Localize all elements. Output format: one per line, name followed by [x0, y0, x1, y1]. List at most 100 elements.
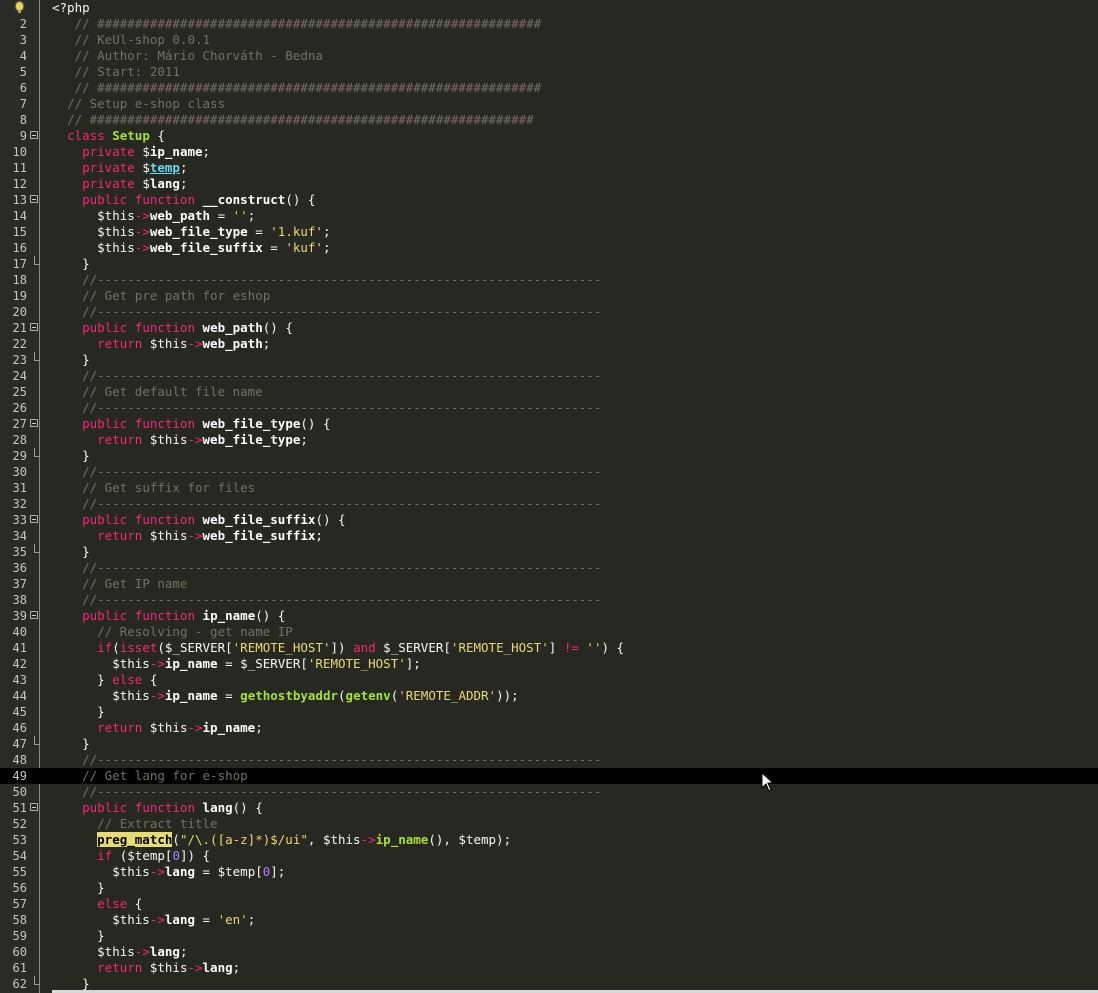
line-code[interactable]: public function web_file_suffix() {: [52, 512, 345, 528]
code-line[interactable]: 56 }: [0, 880, 1098, 896]
code-line[interactable]: 17 }: [0, 256, 1098, 272]
code-line[interactable]: 15 $this->web_file_type = '1.kuf';: [0, 224, 1098, 240]
code-line[interactable]: 16 $this->web_file_suffix = 'kuf';: [0, 240, 1098, 256]
line-code[interactable]: // KeUl-shop 0.0.1: [52, 32, 210, 48]
line-code[interactable]: public function ip_name() {: [52, 608, 285, 624]
code-line[interactable]: 28 return $this->web_file_type;: [0, 432, 1098, 448]
code-line[interactable]: 23 }: [0, 352, 1098, 368]
code-line[interactable]: 46 return $this->ip_name;: [0, 720, 1098, 736]
code-line[interactable]: 61 return $this->lang;: [0, 960, 1098, 976]
line-code[interactable]: //--------------------------------------…: [52, 304, 601, 320]
line-code[interactable]: // Get suffix for files: [52, 480, 255, 496]
code-line[interactable]: 24 //-----------------------------------…: [0, 368, 1098, 384]
code-line[interactable]: 35 }: [0, 544, 1098, 560]
line-code[interactable]: if(isset($_SERVER['REMOTE_HOST']) and $_…: [52, 640, 624, 656]
code-line[interactable]: <?php: [0, 0, 1098, 16]
line-code[interactable]: // Get lang for e-shop: [52, 768, 248, 784]
code-line[interactable]: 50 //-----------------------------------…: [0, 784, 1098, 800]
code-line[interactable]: 30 //-----------------------------------…: [0, 464, 1098, 480]
line-code[interactable]: }: [52, 544, 90, 560]
line-code[interactable]: <?php: [52, 0, 90, 16]
code-line[interactable]: 33 public function web_file_suffix() {: [0, 512, 1098, 528]
code-line[interactable]: 3 // KeUl-shop 0.0.1: [0, 32, 1098, 48]
code-line[interactable]: 54 if ($temp[0]) {: [0, 848, 1098, 864]
line-code[interactable]: // Author: Mário Chorváth - Bedna: [52, 48, 323, 64]
line-code[interactable]: class Setup {: [52, 128, 165, 144]
line-code[interactable]: // Start: 2011: [52, 64, 180, 80]
code-line[interactable]: 6 // ###################################…: [0, 80, 1098, 96]
code-line[interactable]: 11 private $temp;: [0, 160, 1098, 176]
code-line[interactable]: 49 // Get lang for e-shop: [0, 768, 1098, 784]
code-line[interactable]: 4 // Author: Mário Chorváth - Bedna: [0, 48, 1098, 64]
fold-toggle-icon[interactable]: [30, 419, 38, 427]
line-code[interactable]: preg_match("/\.([a-z]*)$/ui", $this->ip_…: [52, 832, 511, 848]
fold-toggle-icon[interactable]: [30, 803, 38, 811]
line-code[interactable]: //--------------------------------------…: [52, 272, 601, 288]
line-code[interactable]: private $lang;: [52, 176, 187, 192]
line-code[interactable]: // Resolving - get name IP: [52, 624, 293, 640]
line-code[interactable]: return $this->web_path;: [52, 336, 270, 352]
line-code[interactable]: //--------------------------------------…: [52, 752, 601, 768]
code-line[interactable]: 57 else {: [0, 896, 1098, 912]
line-code[interactable]: $this->lang = 'en';: [52, 912, 255, 928]
fold-toggle-icon[interactable]: [30, 131, 38, 139]
code-line[interactable]: 38 //-----------------------------------…: [0, 592, 1098, 608]
code-line[interactable]: 58 $this->lang = 'en';: [0, 912, 1098, 928]
line-code[interactable]: private $ip_name;: [52, 144, 210, 160]
line-code[interactable]: // Get default file name: [52, 384, 263, 400]
line-code[interactable]: // Setup e-shop class: [52, 96, 225, 112]
line-code[interactable]: }: [52, 256, 90, 272]
code-line[interactable]: 36 //-----------------------------------…: [0, 560, 1098, 576]
code-line[interactable]: 9 class Setup {: [0, 128, 1098, 144]
line-code[interactable]: }: [52, 704, 105, 720]
code-line[interactable]: 12 private $lang;: [0, 176, 1098, 192]
code-line[interactable]: 44 $this->ip_name = gethostbyaddr(getenv…: [0, 688, 1098, 704]
code-line[interactable]: 39 public function ip_name() {: [0, 608, 1098, 624]
code-line[interactable]: 13 public function __construct() {: [0, 192, 1098, 208]
line-code[interactable]: $this->lang;: [52, 944, 187, 960]
line-code[interactable]: //--------------------------------------…: [52, 592, 601, 608]
code-line[interactable]: 27 public function web_file_type() {: [0, 416, 1098, 432]
line-code[interactable]: $this->lang = $temp[0];: [52, 864, 285, 880]
line-code[interactable]: // Extract title: [52, 816, 217, 832]
line-code[interactable]: return $this->lang;: [52, 960, 240, 976]
line-code[interactable]: }: [52, 448, 90, 464]
code-line[interactable]: 10 private $ip_name;: [0, 144, 1098, 160]
line-code[interactable]: }: [52, 736, 90, 752]
code-line[interactable]: 7 // Setup e-shop class: [0, 96, 1098, 112]
line-code[interactable]: else {: [52, 896, 142, 912]
fold-toggle-icon[interactable]: [30, 611, 38, 619]
line-code[interactable]: //--------------------------------------…: [52, 560, 601, 576]
line-code[interactable]: $this->ip_name = $_SERVER['REMOTE_HOST']…: [52, 656, 421, 672]
line-code[interactable]: public function lang() {: [52, 800, 263, 816]
line-code[interactable]: }: [52, 880, 105, 896]
code-line[interactable]: 52 // Extract title: [0, 816, 1098, 832]
line-code[interactable]: $this->web_file_suffix = 'kuf';: [52, 240, 330, 256]
line-code[interactable]: }: [52, 352, 90, 368]
line-code[interactable]: if ($temp[0]) {: [52, 848, 210, 864]
line-code[interactable]: } else {: [52, 672, 157, 688]
code-line[interactable]: 47 }: [0, 736, 1098, 752]
code-line[interactable]: 34 return $this->web_file_suffix;: [0, 528, 1098, 544]
line-code[interactable]: return $this->web_file_type;: [52, 432, 308, 448]
line-code[interactable]: // Get IP name: [52, 576, 187, 592]
line-code[interactable]: }: [52, 928, 105, 944]
code-line[interactable]: 26 //-----------------------------------…: [0, 400, 1098, 416]
line-code[interactable]: $this->web_file_type = '1.kuf';: [52, 224, 330, 240]
code-line[interactable]: 22 return $this->web_path;: [0, 336, 1098, 352]
line-code[interactable]: return $this->ip_name;: [52, 720, 263, 736]
line-code[interactable]: // #####################################…: [52, 16, 542, 32]
line-code[interactable]: // #####################################…: [52, 112, 534, 128]
code-line[interactable]: 8 // ###################################…: [0, 112, 1098, 128]
code-line[interactable]: 31 // Get suffix for files: [0, 480, 1098, 496]
code-line[interactable]: 37 // Get IP name: [0, 576, 1098, 592]
line-code[interactable]: //--------------------------------------…: [52, 784, 601, 800]
line-code[interactable]: //--------------------------------------…: [52, 464, 601, 480]
line-code[interactable]: //--------------------------------------…: [52, 368, 601, 384]
code-editor[interactable]: <?php 2 // ##############################…: [0, 0, 1098, 993]
code-line[interactable]: 14 $this->web_path = '';: [0, 208, 1098, 224]
fold-toggle-icon[interactable]: [30, 515, 38, 523]
line-code[interactable]: //--------------------------------------…: [52, 496, 601, 512]
line-code[interactable]: $this->web_path = '';: [52, 208, 255, 224]
code-line[interactable]: 43 } else {: [0, 672, 1098, 688]
